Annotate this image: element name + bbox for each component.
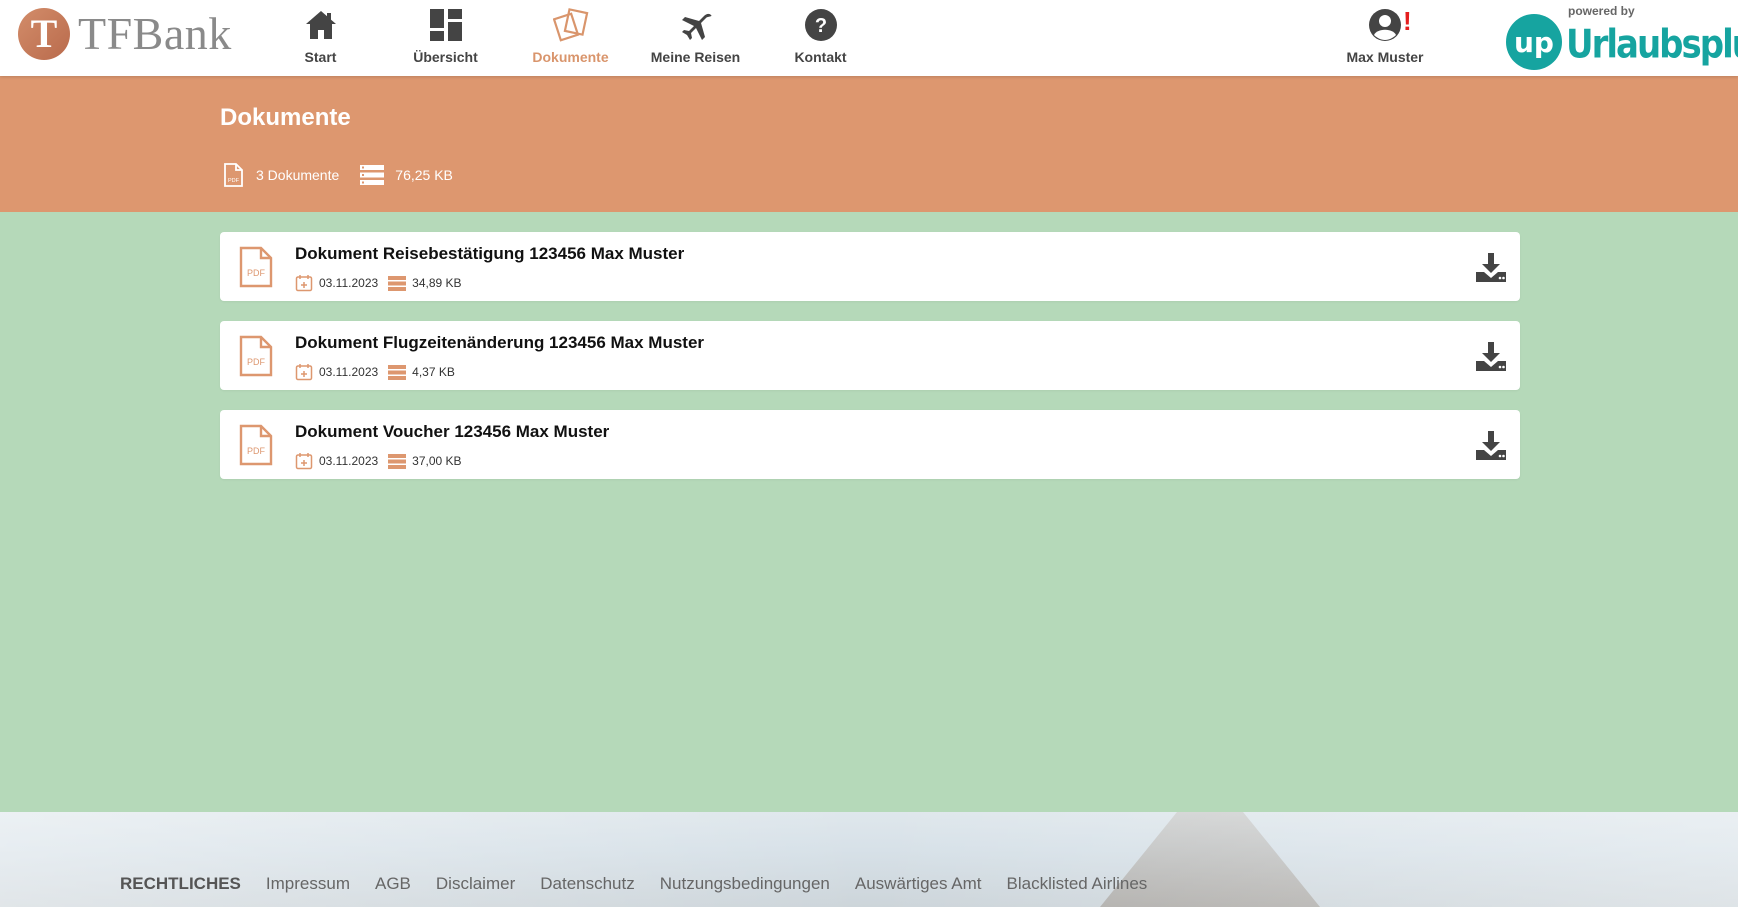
footer-link-nutzungsbedingungen[interactable]: Nutzungsbedingungen	[660, 874, 830, 894]
up-badge: up	[1506, 14, 1562, 70]
pdf-label: PDF	[247, 268, 266, 278]
tfbank-logo[interactable]: T TFBank	[18, 8, 232, 60]
calendar-add-icon	[295, 275, 313, 292]
download-icon[interactable]	[1474, 250, 1508, 284]
document-item[interactable]: PDF Dokument Flugzeitenänderung 123456 M…	[220, 321, 1520, 390]
nav-kontakt[interactable]: ? Kontakt	[758, 0, 883, 76]
document-meta: 03.11.2023 34,89 KB	[295, 274, 472, 292]
user-name: Max Muster	[1346, 49, 1424, 65]
urlaubsplus-wordmark: Urlaubsplus	[1566, 22, 1738, 68]
pdf-file-icon: PDF	[239, 335, 273, 377]
document-size-label: 34,89 KB	[412, 276, 462, 290]
svg-text:?: ?	[814, 15, 826, 37]
document-title[interactable]: Dokument Flugzeitenänderung 123456 Max M…	[295, 333, 704, 353]
pdf-file-icon: PDF	[224, 163, 243, 187]
airplane-icon	[681, 13, 711, 40]
total-size-label: 76,25 KB	[395, 167, 453, 183]
document-size: 37,00 KB	[388, 452, 462, 470]
nav-dokumente-label: Dokumente	[532, 49, 609, 65]
page-title: Dokumente	[220, 104, 351, 131]
logo-text: TFBank	[78, 8, 232, 59]
document-date: 03.11.2023	[295, 452, 378, 470]
footer-link-impressum[interactable]: Impressum	[266, 874, 350, 894]
nav-start[interactable]: Start	[258, 0, 383, 76]
total-size: 76,25 KB	[359, 162, 453, 188]
question-icon: ?	[804, 9, 837, 41]
user-account-icon	[1369, 9, 1401, 41]
document-count-label: 3 Dokumente	[256, 167, 340, 183]
top-header: T TFBank Start Übersicht Dokumente Meine…	[0, 0, 1738, 76]
page-footer: RECHTLICHES Impressum AGB Disclaimer Dat…	[0, 812, 1738, 907]
document-size: 4,37 KB	[388, 363, 455, 381]
download-icon[interactable]	[1474, 428, 1508, 462]
user-menu[interactable]: ! Max Muster	[1330, 0, 1440, 76]
nav-meine-reisen[interactable]: Meine Reisen	[633, 0, 758, 76]
nav-uebersicht-label: Übersicht	[413, 49, 478, 65]
storage-icon	[388, 454, 407, 469]
document-list: PDF Dokument Reisebestätigung 123456 Max…	[220, 232, 1520, 499]
footer-legal-links: RECHTLICHES Impressum AGB Disclaimer Dat…	[120, 874, 1172, 894]
nav-start-label: Start	[304, 49, 337, 65]
storage-icon	[360, 165, 385, 185]
banner-stats: PDF 3 Dokumente 76,25 KB	[220, 162, 473, 188]
logo-mark-letter: T	[30, 11, 58, 56]
footer-heading: RECHTLICHES	[120, 874, 241, 893]
nav-uebersicht[interactable]: Übersicht	[383, 0, 508, 76]
nav-dokumente[interactable]: Dokumente	[508, 0, 633, 76]
document-count: PDF 3 Dokumente	[220, 162, 339, 188]
document-size: 34,89 KB	[388, 274, 462, 292]
pdf-label: PDF	[247, 446, 266, 456]
page-banner: Dokumente PDF 3 Dokumente 76,25 KB	[0, 76, 1738, 212]
storage-icon	[388, 276, 407, 291]
pdf-file-icon: PDF	[239, 246, 273, 288]
document-title[interactable]: Dokument Voucher 123456 Max Muster	[295, 422, 609, 442]
pdf-label: PDF	[228, 178, 240, 184]
document-title[interactable]: Dokument Reisebestätigung 123456 Max Mus…	[295, 244, 684, 264]
powered-by-text: powered by	[1568, 4, 1635, 18]
nav-kontakt-label: Kontakt	[794, 49, 847, 65]
dashboard-icon	[429, 9, 462, 41]
storage-icon	[388, 365, 407, 380]
document-meta: 03.11.2023 4,37 KB	[295, 363, 465, 381]
document-item[interactable]: PDF Dokument Reisebestätigung 123456 Max…	[220, 232, 1520, 301]
document-size-label: 4,37 KB	[412, 365, 455, 379]
calendar-add-icon	[295, 453, 313, 470]
footer-link-agb[interactable]: AGB	[375, 874, 411, 894]
document-date: 03.11.2023	[295, 363, 378, 381]
user-alert-icon: !	[1403, 6, 1412, 36]
footer-link-auswaertiges-amt[interactable]: Auswärtiges Amt	[855, 874, 982, 894]
document-item[interactable]: PDF Dokument Voucher 123456 Max Muster 0…	[220, 410, 1520, 479]
calendar-add-icon	[295, 364, 313, 381]
pdf-file-icon: PDF	[239, 424, 273, 466]
footer-link-datenschutz[interactable]: Datenschutz	[540, 874, 635, 894]
document-date-label: 03.11.2023	[319, 454, 379, 468]
home-icon	[305, 11, 336, 39]
tfbank-logo-mark: T	[18, 8, 70, 60]
document-size-label: 37,00 KB	[412, 454, 462, 468]
urlaubsplus-logo[interactable]: powered by up Urlaubsplus	[1506, 4, 1738, 70]
document-date-label: 03.11.2023	[319, 365, 379, 379]
footer-link-disclaimer[interactable]: Disclaimer	[436, 874, 515, 894]
nav-meine-reisen-label: Meine Reisen	[650, 49, 741, 65]
document-date: 03.11.2023	[295, 274, 378, 292]
document-date-label: 03.11.2023	[319, 276, 379, 290]
footer-link-blacklisted-airlines[interactable]: Blacklisted Airlines	[1007, 874, 1148, 894]
main-nav: Start Übersicht Dokumente Meine Reisen ?…	[258, 0, 883, 76]
download-icon[interactable]	[1474, 339, 1508, 373]
document-meta: 03.11.2023 37,00 KB	[295, 452, 472, 470]
documents-icon	[552, 8, 588, 42]
pdf-label: PDF	[247, 357, 266, 367]
